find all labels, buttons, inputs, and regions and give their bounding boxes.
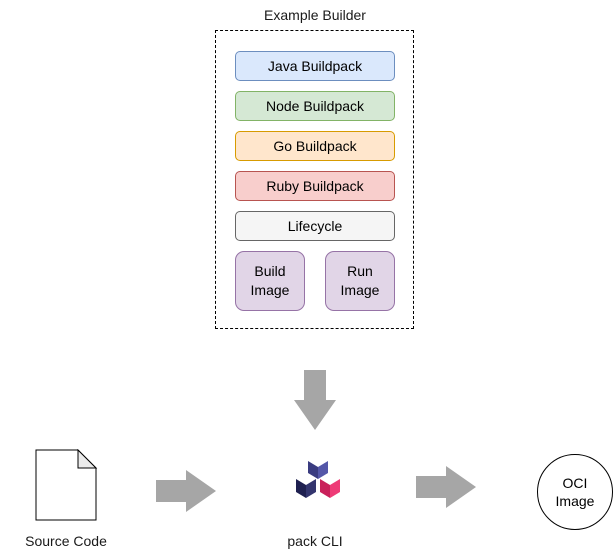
run-image-line2: Image <box>340 282 380 298</box>
ruby-buildpack: Ruby Buildpack <box>235 171 395 201</box>
source-code-label: Source Code <box>25 533 107 549</box>
right-arrow-icon <box>156 470 216 512</box>
java-buildpack: Java Buildpack <box>235 51 395 81</box>
node-buildpack: Node Buildpack <box>235 91 395 121</box>
oci-image-line1: OCI <box>562 475 588 491</box>
lifecycle-box: Lifecycle <box>235 211 395 241</box>
run-image-line1: Run <box>347 263 373 279</box>
buildpacks-logo-icon <box>296 461 340 498</box>
run-image-box: Run Image <box>325 251 395 311</box>
oci-image-node: OCI Image <box>537 454 613 530</box>
lifecycle-label: Lifecycle <box>287 218 343 234</box>
go-buildpack: Go Buildpack <box>235 131 395 161</box>
pack-cli-label: pack CLI <box>287 533 343 549</box>
right-arrow-icon <box>416 466 476 508</box>
build-image-line1: Build <box>254 263 286 279</box>
java-buildpack-label: Java Buildpack <box>267 58 363 74</box>
node-buildpack-label: Node Buildpack <box>265 98 365 114</box>
go-buildpack-label: Go Buildpack <box>273 138 357 154</box>
build-image-line2: Image <box>250 282 290 298</box>
down-arrow-icon <box>294 370 336 430</box>
build-image-box: Build Image <box>235 251 305 311</box>
builder-title: Example Builder <box>264 7 366 23</box>
ruby-buildpack-label: Ruby Buildpack <box>266 178 364 194</box>
document-icon <box>35 449 98 521</box>
oci-image-line2: Image <box>555 493 595 509</box>
